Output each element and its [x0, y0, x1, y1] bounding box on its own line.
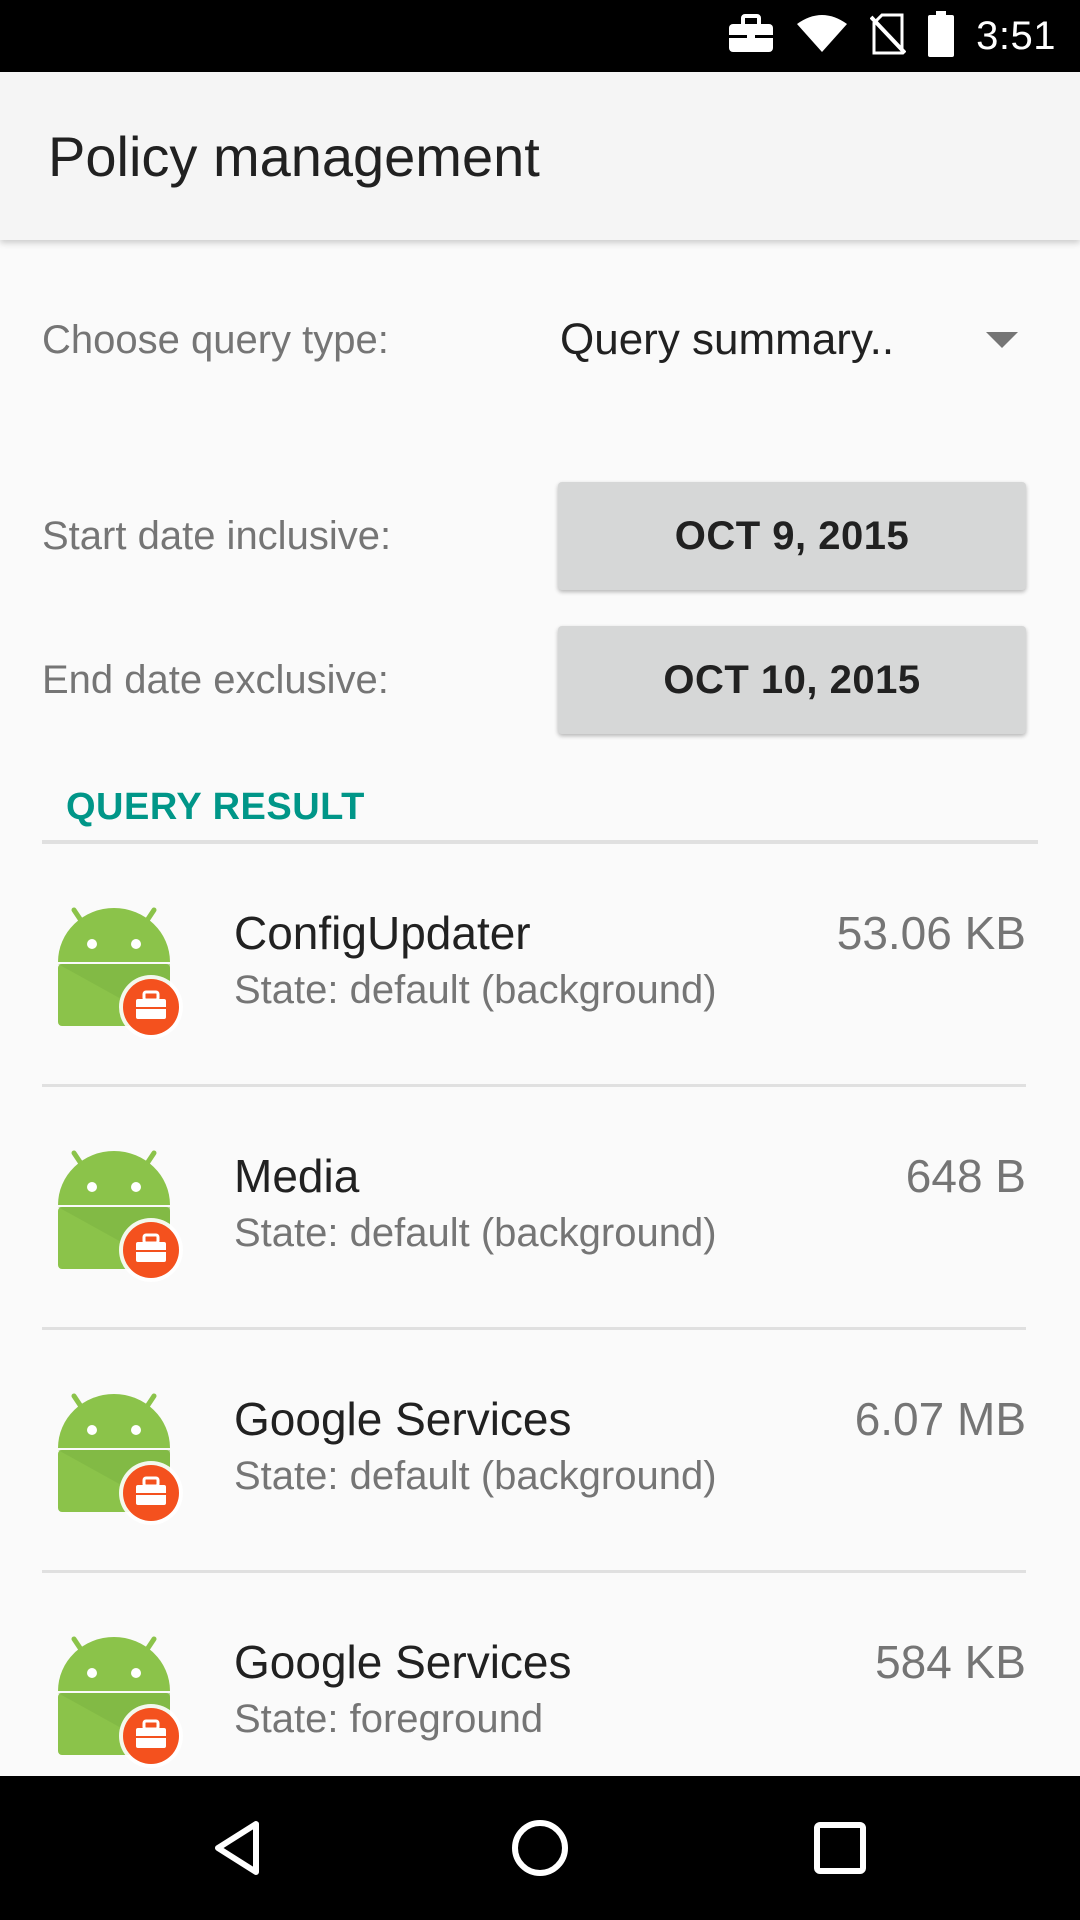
recents-square-icon [814, 1822, 866, 1874]
list-item[interactable]: Google Services State: default (backgroun… [0, 1330, 1080, 1573]
query-type-label: Choose query type: [42, 318, 389, 362]
data-usage: 648 B [905, 1150, 1026, 1202]
content: Choose query type: Query summary.. Start… [0, 240, 1080, 1776]
android-work-app-icon [50, 1147, 190, 1287]
home-circle-icon [512, 1820, 568, 1876]
query-result-header: QUERY RESULT [66, 786, 365, 828]
back-triangle-icon [215, 1821, 259, 1875]
dropdown-arrow-icon [986, 332, 1018, 348]
app-state: State: default (background) [234, 1454, 717, 1498]
app-state: State: default (background) [234, 968, 717, 1012]
battery-icon [928, 10, 955, 62]
app-name: ConfigUpdater [234, 907, 531, 959]
start-date-label: Start date inclusive: [42, 514, 392, 558]
query-type-value: Query summary.. [560, 315, 895, 364]
navigation-bar [0, 1776, 1080, 1920]
list-item[interactable]: Media State: default (background) 648 B [0, 1087, 1080, 1330]
page-title: Policy management [48, 125, 540, 188]
data-usage: 53.06 KB [836, 907, 1026, 959]
no-sim-icon [869, 13, 907, 60]
query-type-spinner[interactable]: Query summary.. [560, 300, 1030, 380]
android-work-app-icon [50, 1633, 190, 1773]
app-name: Google Services [234, 1393, 572, 1445]
start-date-button[interactable]: OCT 9, 2015 [558, 482, 1026, 590]
app-name: Google Services [234, 1636, 572, 1688]
list-item[interactable]: ConfigUpdater State: default (background)… [0, 844, 1080, 1087]
app-bar: Policy management [0, 72, 1080, 240]
app-name: Media [234, 1150, 360, 1202]
android-work-app-icon [50, 904, 190, 1044]
status-icons: 3:51 [728, 0, 1056, 72]
work-briefcase-icon [728, 13, 774, 59]
end-date-label: End date exclusive: [42, 658, 389, 702]
list-item[interactable]: Google Services State: foreground 584 KB [0, 1573, 1080, 1776]
wifi-icon [796, 14, 848, 59]
status-bar: 3:51 [0, 0, 1080, 72]
data-usage: 6.07 MB [854, 1393, 1026, 1445]
end-date-button[interactable]: OCT 10, 2015 [558, 626, 1026, 734]
data-usage: 584 KB [875, 1636, 1026, 1688]
status-time: 3:51 [976, 13, 1056, 58]
app-state: State: default (background) [234, 1211, 717, 1255]
recents-button[interactable] [800, 1808, 880, 1888]
back-button[interactable] [200, 1808, 280, 1888]
android-work-app-icon [50, 1390, 190, 1530]
app-state: State: foreground [234, 1697, 544, 1741]
home-button[interactable] [500, 1808, 580, 1888]
